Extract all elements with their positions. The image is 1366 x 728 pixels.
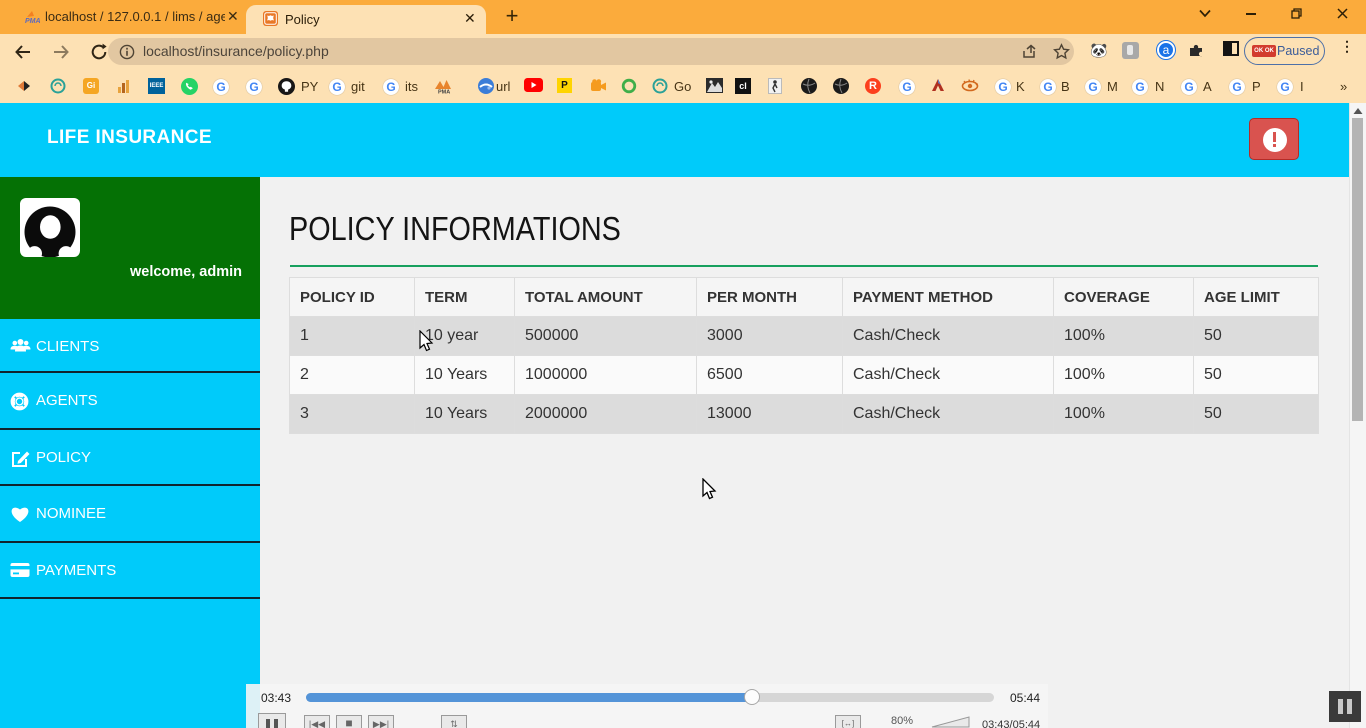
svg-text:PMA: PMA bbox=[438, 90, 450, 95]
svg-text:PMA: PMA bbox=[25, 18, 41, 25]
